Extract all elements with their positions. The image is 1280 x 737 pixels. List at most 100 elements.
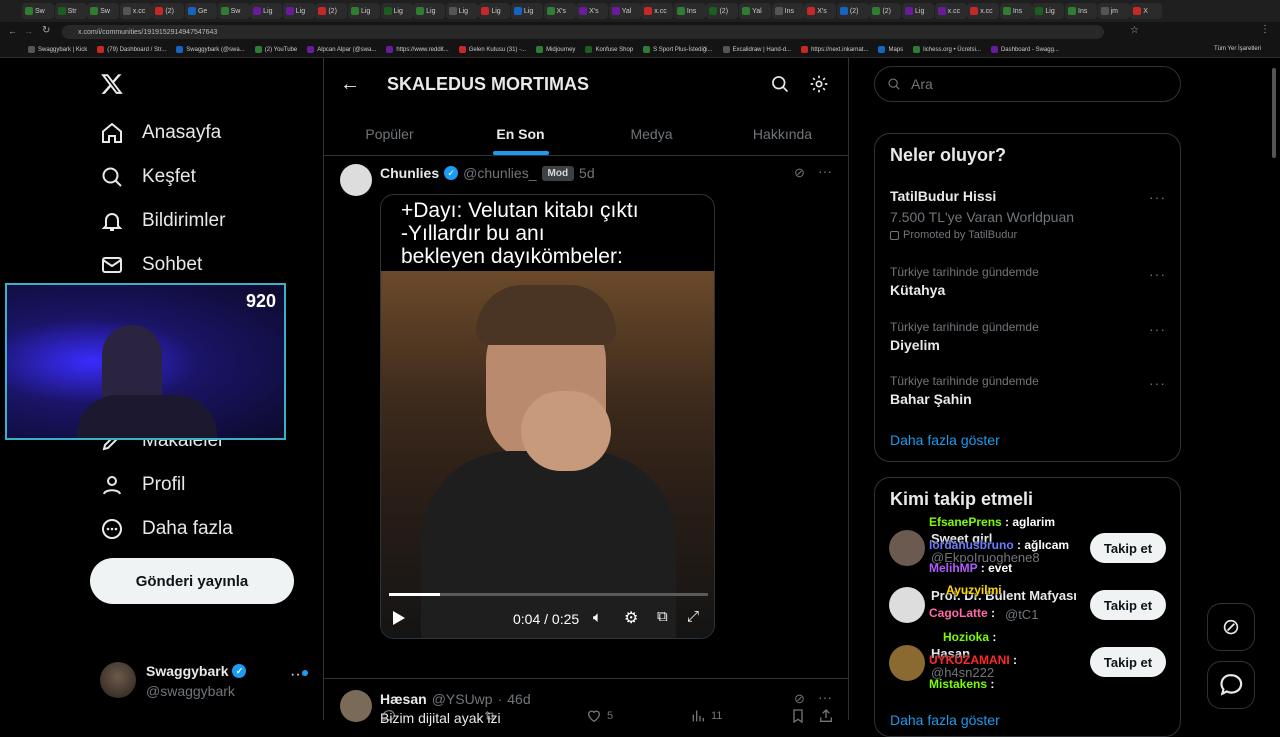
post-author-handle[interactable]: @YSUwp	[432, 691, 493, 707]
trend-item[interactable]: Türkiye tarihinde gündemde Kütahya	[890, 265, 1039, 298]
views-button[interactable]: 11	[690, 708, 722, 724]
reload-icon[interactable]: ↻	[42, 25, 50, 36]
browser-tab[interactable]: Lig	[1032, 3, 1065, 19]
scrollbar[interactable]	[1272, 68, 1276, 158]
account-switcher[interactable]: Swaggybark ✓ @swaggybark ···	[90, 656, 310, 704]
browser-tab[interactable]: Lig	[510, 3, 543, 19]
video-progress-track[interactable]	[389, 593, 708, 596]
bookmark-item[interactable]: https://www.reddit...	[386, 46, 449, 53]
nav-more[interactable]: Daha fazla	[100, 517, 233, 541]
bookmark-item[interactable]: (2) YouTube	[254, 46, 297, 53]
video-player[interactable]: +Dayı: Velutan kitabı çıktı -Yıllardır b…	[380, 194, 715, 639]
browser-tab[interactable]: Lig	[347, 3, 380, 19]
more-dots-icon[interactable]: ···	[1149, 266, 1166, 282]
suggestion-avatar[interactable]	[889, 530, 925, 566]
grok-icon[interactable]: ⊘	[794, 691, 805, 707]
bookmark-item[interactable]: Excalidraw | Hand-d...	[722, 46, 791, 53]
browser-tab[interactable]: (2)	[869, 3, 902, 19]
trend-item[interactable]: TatilBudur Hissi 7.500 TL'ye Varan World…	[890, 188, 1165, 241]
suggestion-avatar[interactable]	[889, 587, 925, 623]
browser-tab[interactable]: Ge	[184, 3, 217, 19]
tab-latest[interactable]: En Son	[455, 112, 586, 155]
play-icon[interactable]	[393, 611, 405, 625]
post-author-avatar[interactable]	[340, 690, 372, 722]
browser-tab[interactable]: x.cc	[119, 3, 152, 19]
gear-icon[interactable]	[809, 74, 829, 94]
bookmark-item[interactable]: Maps	[878, 46, 903, 53]
back-arrow-icon[interactable]: ←	[340, 73, 360, 96]
browser-tab[interactable]: Yal	[739, 3, 772, 19]
follow-button[interactable]: Takip et	[1090, 647, 1166, 677]
browser-menu-icon[interactable]: ⋮	[1260, 24, 1270, 35]
tab-popular[interactable]: Popüler	[324, 112, 455, 155]
bookmark-item[interactable]: Alpcan Alpar (@swa...	[307, 46, 376, 53]
browser-tab[interactable]: Lig	[282, 3, 315, 19]
all-bookmarks-link[interactable]: Tüm Yer İşaretleri	[1214, 46, 1261, 52]
search-box[interactable]	[874, 66, 1181, 102]
browser-tab[interactable]: Str	[54, 3, 87, 19]
forward-icon[interactable]: →	[24, 26, 33, 36]
tab-media[interactable]: Medya	[586, 112, 717, 155]
browser-tab[interactable]: X's	[543, 3, 576, 19]
messages-float-button[interactable]	[1207, 661, 1255, 709]
search-icon[interactable]	[770, 74, 790, 94]
browser-tab[interactable]: Lig	[380, 3, 413, 19]
x-logo[interactable]	[100, 72, 124, 101]
bookmark-button[interactable]	[790, 708, 806, 724]
browser-tab[interactable]: Sw	[217, 3, 250, 19]
browser-tab[interactable]: Lig	[478, 3, 511, 19]
post-time[interactable]: 5d	[579, 165, 595, 181]
bookmark-item[interactable]: Midjourney	[536, 46, 575, 53]
browser-tab[interactable]: Ins	[771, 3, 804, 19]
show-more-link[interactable]: Daha fazla göster	[890, 712, 1000, 728]
bookmark-item[interactable]: S Sport Plus-İstediği...	[643, 46, 713, 53]
browser-tab[interactable]: Lig	[413, 3, 446, 19]
bookmark-item[interactable]: Konfuse Shop	[585, 46, 633, 53]
search-input[interactable]	[911, 76, 1151, 92]
share-button[interactable]	[818, 708, 834, 724]
more-dots-icon[interactable]: ···	[1149, 375, 1166, 391]
post-author-name[interactable]: Chunlies	[380, 165, 439, 181]
browser-tab[interactable]: (2)	[152, 3, 185, 19]
more-dots-icon[interactable]: ···	[1149, 321, 1166, 337]
browser-tab[interactable]: Ins	[1065, 3, 1097, 19]
like-button[interactable]: 5	[586, 708, 613, 724]
grok-float-icon[interactable]: ⊘	[1207, 603, 1255, 651]
browser-tab[interactable]: x.cc	[967, 3, 1000, 19]
follow-button[interactable]: Takip et	[1090, 533, 1166, 563]
browser-tab[interactable]: Yal	[608, 3, 641, 19]
browser-tab[interactable]: x.cc	[934, 3, 967, 19]
trend-item[interactable]: Türkiye tarihinde gündemde Bahar Şahin	[890, 374, 1039, 407]
follow-button[interactable]: Takip et	[1090, 590, 1166, 620]
post-more-icon[interactable]: ···	[818, 163, 832, 179]
bookmark-item[interactable]: Swaggybark (@swa...	[176, 46, 245, 53]
nav-home[interactable]: Anasayfa	[100, 121, 221, 145]
url-field[interactable]: x.com/i/communities/1919152914947547643	[62, 25, 1104, 39]
bookmark-item[interactable]: (79) Dashboard / Str...	[97, 46, 166, 53]
volume-icon[interactable]: 🔈︎	[593, 609, 602, 626]
browser-tab[interactable]: (2)	[706, 3, 739, 19]
post-author-avatar[interactable]	[340, 164, 372, 196]
settings-icon[interactable]: ⚙︎	[624, 608, 638, 628]
browser-tab[interactable]: Sw	[87, 3, 120, 19]
show-more-link[interactable]: Daha fazla göster	[890, 432, 1000, 448]
post-time[interactable]: 46d	[507, 691, 530, 707]
tab-about[interactable]: Hakkında	[717, 112, 848, 155]
browser-tab[interactable]: (2)	[315, 3, 348, 19]
nav-profile[interactable]: Profil	[100, 473, 185, 497]
browser-tab[interactable]: Ins	[999, 3, 1032, 19]
bookmark-item[interactable]: lichess.org • Ücretsi...	[913, 46, 981, 53]
more-dots-icon[interactable]: ···	[1149, 189, 1166, 205]
suggestion-avatar[interactable]	[889, 645, 925, 681]
post-author-name[interactable]: Hæsan	[380, 691, 427, 707]
bookmark-item[interactable]: Dashboard - Swagg...	[990, 46, 1059, 53]
browser-tab[interactable]: Ins	[673, 3, 706, 19]
bookmark-item[interactable]: Gelen Kutusu (31) -...	[458, 46, 526, 53]
browser-tab[interactable]: x.cc	[641, 3, 674, 19]
post-author-handle[interactable]: @chunlies_	[463, 165, 536, 181]
post-button[interactable]: Gönderi yayınla	[90, 558, 294, 604]
grok-icon[interactable]: ⊘	[794, 165, 805, 181]
browser-tab[interactable]: (2)	[836, 3, 869, 19]
back-icon[interactable]: ←	[8, 26, 17, 36]
pip-icon[interactable]: ⧉	[657, 608, 668, 625]
